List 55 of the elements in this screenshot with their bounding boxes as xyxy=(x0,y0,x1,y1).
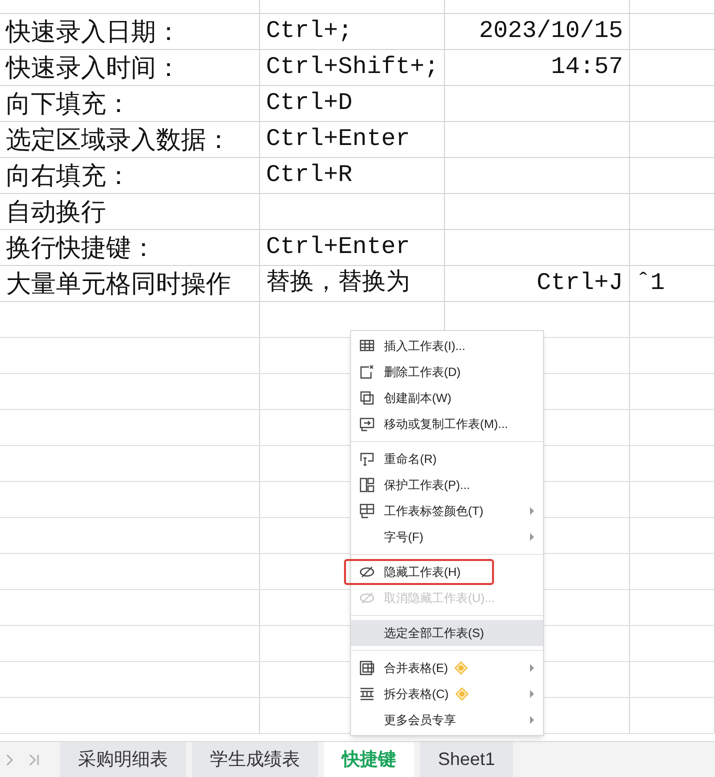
cell-text: 快速录入日期： xyxy=(6,16,181,48)
cell-text: Ctrl+D xyxy=(266,88,352,118)
cell-text: Ctrl+; xyxy=(266,16,352,46)
cell-text: 向右填充： xyxy=(6,160,131,192)
cell-text: 大量单元格同时操作 xyxy=(6,268,231,300)
cell-text: 14:57 xyxy=(550,52,623,82)
cell-text: 快速录入时间： xyxy=(6,52,181,84)
cell-text: 换行快捷键： xyxy=(6,232,156,264)
submenu-arrow-icon xyxy=(529,507,535,515)
cell-text: 自动换行 xyxy=(6,196,106,228)
cell-text: 向下填充： xyxy=(6,88,131,120)
grid-icon xyxy=(359,338,375,354)
last-icon[interactable] xyxy=(28,752,40,766)
cell-text: 替换，替换为 xyxy=(266,268,410,298)
cell-text: 2023/10/15 xyxy=(478,16,623,46)
protect-sheet-icon xyxy=(359,477,375,493)
cell-text: ˆ1 xyxy=(636,268,665,298)
menu-item[interactable]: 工作表标签颜色(T) xyxy=(351,498,543,524)
move-sheet-icon xyxy=(359,416,375,432)
cell-text: Ctrl+Enter xyxy=(266,232,410,262)
menu-item[interactable]: 创建副本(W) xyxy=(351,385,543,411)
eye-slash-icon xyxy=(359,564,375,580)
split-table-icon xyxy=(359,686,375,702)
cell-text: Ctrl+J xyxy=(536,268,623,298)
sheet-tab[interactable]: 学生成绩表 xyxy=(192,742,318,777)
menu-item[interactable]: 移动或复制工作表(M)... xyxy=(351,411,543,437)
merge-table-icon xyxy=(359,660,375,676)
submenu-arrow-icon xyxy=(529,690,535,698)
submenu-arrow-icon xyxy=(529,716,535,724)
menu-item[interactable]: 插入工作表(I)... xyxy=(351,333,543,359)
cell-text: Ctrl+Shift+; xyxy=(266,52,439,82)
cell-text: 选定区域录入数据： xyxy=(6,124,231,156)
menu-item[interactable]: 拆分表格(C) xyxy=(351,681,543,707)
menu-item[interactable]: 删除工作表(D) xyxy=(351,359,543,385)
next-icon[interactable] xyxy=(4,752,14,766)
menu-item[interactable]: 重命名(R) xyxy=(351,446,543,472)
sheet-tab[interactable]: 采购明细表 xyxy=(60,742,186,777)
rename-icon xyxy=(359,451,375,467)
sheet-x-icon xyxy=(359,364,375,380)
cell-text: Ctrl+Enter xyxy=(266,124,410,154)
menu-item[interactable]: 更多会员专享 xyxy=(351,707,543,733)
submenu-arrow-icon xyxy=(529,533,535,541)
tab-color-icon xyxy=(359,503,375,519)
premium-coin-icon xyxy=(454,687,469,701)
menu-item[interactable]: 隐藏工作表(H) xyxy=(344,559,494,585)
menu-item[interactable]: 保护工作表(P)... xyxy=(351,472,543,498)
eye-slash-icon xyxy=(359,590,375,606)
menu-item[interactable]: 选定全部工作表(S) xyxy=(351,620,543,646)
premium-coin-icon xyxy=(454,661,468,675)
copy-icon xyxy=(359,390,375,406)
submenu-arrow-icon xyxy=(529,664,535,672)
menu-item[interactable]: 合并表格(E) xyxy=(351,655,543,681)
cell-text: Ctrl+R xyxy=(266,160,352,190)
menu-item[interactable]: 字号(F) xyxy=(351,524,543,550)
sheet-tab[interactable]: Sheet1 xyxy=(420,742,514,777)
